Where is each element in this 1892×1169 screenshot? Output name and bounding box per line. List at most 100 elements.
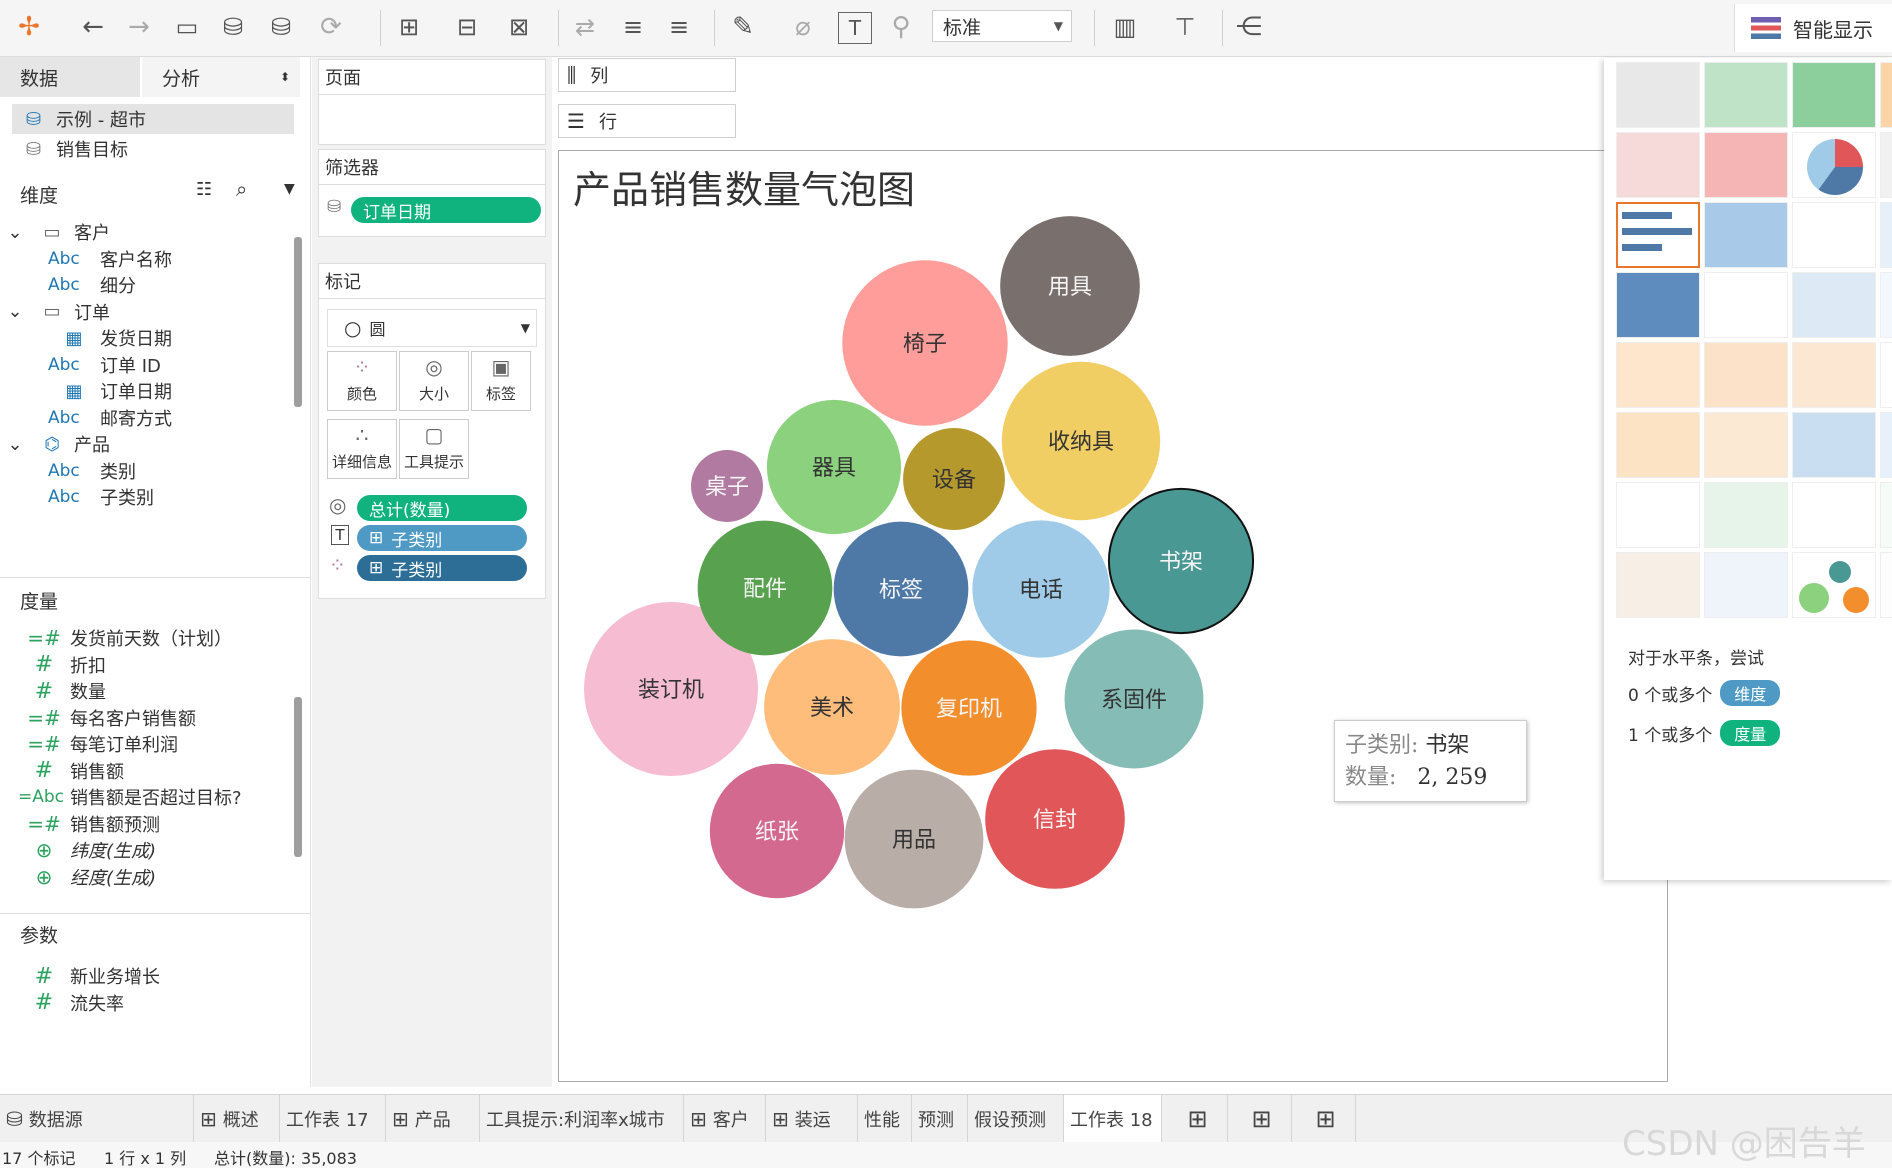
bubble[interactable]: 椅子: [842, 260, 1008, 426]
chart-type-thumbnail[interactable]: [1616, 202, 1700, 268]
tab-data[interactable]: 数据: [0, 57, 140, 97]
bubble[interactable]: 收纳具: [1001, 361, 1161, 521]
bubble[interactable]: 书架: [1107, 487, 1255, 635]
chart-type-thumbnail[interactable]: [1880, 412, 1892, 478]
fit-select[interactable]: 标准 ▼: [932, 10, 1072, 42]
size-button[interactable]: ◎ 大小: [399, 351, 469, 411]
chart-type-thumbnail[interactable]: [1704, 552, 1788, 618]
pages-card-body[interactable]: [318, 95, 546, 145]
bubble[interactable]: 配件: [697, 520, 833, 656]
sort-ascending-icon[interactable]: ≡: [614, 8, 652, 46]
list-view-icon[interactable]: ☷: [196, 179, 212, 200]
back-icon[interactable]: ←: [74, 8, 112, 46]
worksheet-view[interactable]: 产品销售数量气泡图 装订机 纸张 用品 信封 美术 复印机 系固件 配件 标签 电话 书架 桌子 器具设…: [558, 150, 1668, 1082]
save-icon[interactable]: ▭: [168, 8, 206, 46]
chart-type-thumbnail[interactable]: [1616, 132, 1700, 198]
pages-card[interactable]: 页面: [318, 59, 546, 95]
share-icon[interactable]: ⋲: [1230, 8, 1268, 46]
bubble[interactable]: 设备: [903, 428, 1005, 530]
chart-type-thumbnail[interactable]: [1792, 62, 1876, 128]
bubble[interactable]: 桌子: [691, 450, 763, 522]
show-labels-icon[interactable]: T: [838, 12, 872, 44]
label-button[interactable]: ▣ 标签: [471, 351, 531, 411]
chart-type-thumbnail[interactable]: [1704, 272, 1788, 338]
datasource-item[interactable]: ⛁ 销售目标: [26, 134, 128, 164]
tooltip-button[interactable]: ▢ 工具提示: [399, 419, 469, 479]
bubble[interactable]: 器具: [766, 399, 902, 535]
swap-rows-columns-icon[interactable]: ⇄: [566, 8, 604, 46]
chart-type-thumbnail[interactable]: [1704, 62, 1788, 128]
bubble[interactable]: 信封: [985, 749, 1125, 889]
filter-pill[interactable]: 订单日期: [351, 197, 541, 223]
scrollbar[interactable]: [294, 697, 302, 857]
dimension-field[interactable]: Abc 客户名称: [48, 244, 172, 274]
dimension-field[interactable]: ▦ 发货日期: [48, 323, 172, 353]
chart-type-thumbnail[interactable]: [1616, 552, 1700, 618]
measure-field[interactable]: =# 每名客户销售额: [18, 703, 196, 733]
presentation-mode-icon[interactable]: ⊤: [1166, 8, 1204, 46]
refresh-icon[interactable]: ⟳: [312, 8, 350, 46]
duplicate-sheet-icon[interactable]: ⊟: [448, 8, 486, 46]
chart-type-thumbnail[interactable]: [1792, 552, 1876, 618]
tableau-logo-icon[interactable]: ✢: [10, 8, 48, 46]
scrollbar[interactable]: [294, 237, 302, 407]
rows-shelf[interactable]: ☰ 行: [558, 104, 736, 138]
new-story-icon[interactable]: ⊞: [1296, 1095, 1356, 1143]
bubble[interactable]: 标签: [833, 521, 969, 657]
bubble[interactable]: 复印机: [901, 640, 1037, 776]
show-cards-icon[interactable]: ▥: [1106, 8, 1144, 46]
chart-type-thumbnail[interactable]: [1616, 482, 1700, 548]
chevron-down-icon[interactable]: ⌄: [0, 301, 30, 322]
bubble[interactable]: 美术: [764, 639, 900, 775]
measure-field[interactable]: # 数量: [18, 676, 106, 706]
sheet-tab[interactable]: 工具提示:利润率x城市: [480, 1095, 684, 1143]
dimension-field[interactable]: ▦ 订单日期: [48, 376, 172, 406]
chart-type-thumbnail[interactable]: [1880, 552, 1892, 618]
fix-axes-icon[interactable]: ⚲: [882, 8, 920, 46]
measure-field[interactable]: =# 每笔订单利润: [18, 729, 178, 759]
label-pill[interactable]: ⊞ 子类别: [357, 525, 527, 551]
sheet-tab[interactable]: 工作表 18: [1064, 1095, 1162, 1143]
search-icon[interactable]: ⌕: [236, 177, 247, 201]
chart-type-thumbnail[interactable]: [1616, 342, 1700, 408]
detail-button[interactable]: ∴ 详细信息: [327, 419, 397, 479]
measure-field[interactable]: # 销售额: [18, 756, 124, 786]
datasource-item[interactable]: ⛁ 示例 - 超市: [12, 104, 294, 134]
bubble[interactable]: 电话: [972, 520, 1110, 658]
group-icon[interactable]: ⌀: [784, 8, 822, 46]
chart-type-thumbnail[interactable]: [1704, 202, 1788, 268]
color-button[interactable]: ⁘ 颜色: [327, 351, 397, 411]
chart-type-thumbnail[interactable]: [1616, 62, 1700, 128]
chart-type-thumbnail[interactable]: [1616, 272, 1700, 338]
chart-type-thumbnail[interactable]: [1704, 342, 1788, 408]
dimension-folder[interactable]: ⌄ ⌬ 产品: [0, 429, 110, 459]
dimension-folder[interactable]: ⌄ ▭ 订单: [0, 297, 110, 327]
measure-field[interactable]: # 折扣: [18, 650, 106, 680]
measure-field[interactable]: =# 销售额预测: [18, 809, 160, 839]
chevron-down-icon[interactable]: ⌄: [0, 434, 30, 455]
measure-field[interactable]: =# 发货前天数（计划）: [18, 623, 232, 653]
chart-type-thumbnail[interactable]: [1880, 202, 1892, 268]
sheet-tab[interactable]: 性能: [858, 1095, 912, 1143]
dimension-field[interactable]: Abc 类别: [48, 456, 136, 486]
show-me-button[interactable]: 智能显示: [1734, 4, 1892, 52]
chart-type-thumbnail[interactable]: [1880, 342, 1892, 408]
mark-type-select[interactable]: ○ 圆 ▼: [327, 309, 537, 347]
chevron-down-icon[interactable]: ⌄: [0, 222, 30, 243]
measure-field[interactable]: =Abc 销售额是否超过目标?: [18, 782, 242, 812]
bubble[interactable]: 纸张: [709, 763, 845, 899]
new-datasource-icon[interactable]: ⛁: [214, 8, 252, 46]
dimension-folder[interactable]: ⌄ ▭ 客户: [0, 217, 110, 247]
columns-shelf[interactable]: ⫼ 列: [558, 58, 736, 92]
measure-field[interactable]: ⊕ 经度(生成): [18, 862, 156, 892]
chart-type-thumbnail[interactable]: [1880, 62, 1892, 128]
chart-type-thumbnail[interactable]: [1704, 132, 1788, 198]
filters-card-body[interactable]: ⛁ 订单日期: [318, 185, 546, 237]
bubble[interactable]: 系固件: [1064, 629, 1204, 769]
sheet-tab[interactable]: ⊞ 概述: [194, 1095, 280, 1143]
dimension-field[interactable]: Abc 细分: [48, 270, 136, 300]
sheet-tab[interactable]: 工作表 17: [280, 1095, 386, 1143]
chevron-down-icon[interactable]: ▼: [284, 181, 295, 197]
chart-type-thumbnail[interactable]: [1880, 272, 1892, 338]
chart-type-thumbnail[interactable]: [1792, 272, 1876, 338]
